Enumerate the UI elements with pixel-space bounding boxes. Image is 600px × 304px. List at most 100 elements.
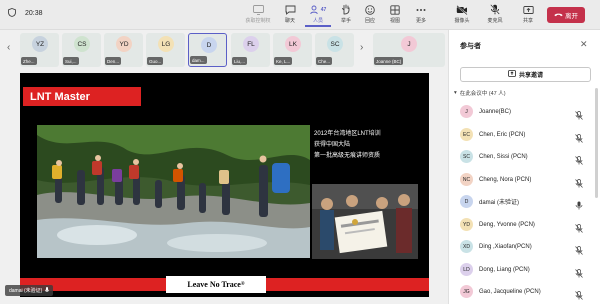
avatar: YD bbox=[460, 218, 473, 231]
mic-off-icon bbox=[575, 152, 583, 170]
avatar: NC bbox=[460, 173, 473, 186]
slide-caption: 2012年台湾地区LNT培训 获得中国大陆 第一批高级无痕讲师资质 bbox=[314, 129, 381, 162]
mic-off-icon bbox=[575, 175, 583, 193]
phone-hangup-icon bbox=[554, 12, 563, 19]
participant-name: Dong, Liang (PCN) bbox=[479, 266, 530, 273]
microphone-label: 麦克风 bbox=[487, 18, 503, 24]
view-label: 视图 bbox=[389, 18, 400, 24]
gallery-tile[interactable]: CS Sui,... bbox=[62, 33, 101, 67]
participant-name: damai (未验证) bbox=[479, 200, 520, 206]
participant-row[interactable]: SC Chen, Sissi (PCN) bbox=[449, 147, 599, 166]
participant-row[interactable]: EC Chen, Eric (PCN) bbox=[449, 125, 599, 144]
avatar: YZ bbox=[32, 36, 48, 52]
tile-name-tag: dam... bbox=[190, 56, 207, 64]
mic-on-icon bbox=[575, 197, 583, 215]
gallery-tile-selected[interactable]: D dam... bbox=[188, 33, 227, 67]
leave-label: 离开 bbox=[565, 13, 578, 20]
caption-line: 第一批高级无痕讲师资质 bbox=[314, 153, 381, 159]
gallery-tile[interactable]: SC Che... bbox=[315, 33, 354, 67]
people-button[interactable]: 47 人员 bbox=[305, 3, 331, 27]
tile-name-tag: Den... bbox=[105, 57, 122, 65]
shield-icon bbox=[8, 8, 16, 19]
tile-name-tag: Sui,... bbox=[63, 57, 79, 65]
camera-off-icon bbox=[456, 3, 468, 16]
avatar: JG bbox=[460, 285, 473, 298]
video-gallery: ‹ YZ Zhe... CS Sui,... YD Den... LG Guo.… bbox=[0, 30, 448, 68]
chat-button[interactable]: 聊天 bbox=[278, 3, 302, 27]
gallery-prev-button[interactable]: ‹ bbox=[7, 42, 10, 53]
raise-hand-label: 举手 bbox=[340, 18, 351, 24]
mic-off-icon bbox=[490, 3, 500, 16]
more-icon bbox=[416, 3, 426, 16]
participant-row[interactable]: NC Cheng, Nora (PCN) bbox=[449, 170, 599, 189]
participant-row[interactable]: D damai (未验证) bbox=[449, 192, 599, 211]
share-invite-button[interactable]: 共享邀请 bbox=[460, 67, 591, 82]
gallery-tile[interactable]: YZ Zhe... bbox=[20, 33, 59, 67]
share-label: 共享 bbox=[522, 18, 533, 24]
participant-row[interactable]: JG Gao, Jacqueline (PCN) bbox=[449, 282, 599, 301]
in-meeting-section-header[interactable]: ▾ 在此会议中 (47 人) bbox=[454, 89, 506, 97]
chevron-down-icon: ▾ bbox=[454, 90, 457, 96]
avatar: J bbox=[401, 36, 417, 52]
tile-name: Liu,... bbox=[234, 58, 246, 64]
participant-row[interactable]: YD Deng, Yvonne (PCN) bbox=[449, 215, 599, 234]
participant-name: Chen, Eric (PCN) bbox=[479, 131, 526, 138]
view-button[interactable]: 视图 bbox=[383, 3, 407, 27]
meeting-timer: 20:38 bbox=[25, 10, 43, 17]
participant-name: Deng, Yvonne (PCN) bbox=[479, 221, 535, 228]
mic-off-icon bbox=[575, 220, 583, 238]
people-label: 人员 bbox=[312, 18, 323, 24]
close-panel-button[interactable]: ✕ bbox=[580, 39, 588, 50]
share-button[interactable]: 共享 bbox=[516, 3, 540, 27]
more-button[interactable]: 更多 bbox=[409, 3, 433, 27]
participant-row[interactable]: J Joanne(BC) bbox=[449, 102, 599, 121]
mic-off-icon bbox=[575, 287, 583, 304]
participant-row[interactable]: XD Ding ,Xiaofan(PCN) bbox=[449, 237, 599, 256]
avatar: D bbox=[201, 37, 217, 53]
brand-mark: ® bbox=[240, 282, 245, 287]
avatar: SC bbox=[460, 150, 473, 163]
microphone-button[interactable]: 麦克风 bbox=[483, 3, 507, 27]
avatar: D bbox=[460, 195, 473, 208]
participant-name: Joanne(BC) bbox=[479, 108, 512, 115]
panel-title: 参与者 bbox=[460, 43, 481, 50]
mic-on-icon bbox=[45, 286, 50, 295]
avatar: EC bbox=[460, 128, 473, 141]
tile-name-tag: Zhe... bbox=[21, 57, 37, 65]
section-label: 在此会议中 (47 人) bbox=[459, 91, 506, 97]
slide-title: LNT Master bbox=[23, 87, 141, 106]
mic-off-icon bbox=[575, 107, 583, 125]
gallery-tile[interactable]: LG Guo... bbox=[146, 33, 185, 67]
gallery-tile[interactable]: YD Den... bbox=[104, 33, 143, 67]
take-control-label: 获取控制权 bbox=[245, 18, 271, 24]
tile-name: Joanne (BC) bbox=[376, 58, 402, 64]
tile-name: Sui,... bbox=[65, 58, 77, 64]
tile-name: Zhe... bbox=[23, 58, 35, 64]
avatar: LD bbox=[460, 263, 473, 276]
leave-button[interactable]: 离开 bbox=[547, 7, 585, 23]
avatar: LG bbox=[158, 36, 174, 52]
take-control-button[interactable]: 获取控制权 bbox=[245, 3, 271, 27]
participant-name: Chen, Sissi (PCN) bbox=[479, 153, 528, 160]
meeting-status: 20:38 bbox=[8, 8, 43, 19]
caption-line: 2012年台湾地区LNT培训 bbox=[314, 131, 381, 137]
share-invite-icon bbox=[508, 70, 516, 79]
gallery-tile[interactable]: FL Liu,... bbox=[231, 33, 270, 67]
avatar: J bbox=[460, 105, 473, 118]
camera-button[interactable]: 摄像头 bbox=[450, 3, 474, 27]
mic-off-icon bbox=[575, 130, 583, 148]
participant-row[interactable]: LD Dong, Liang (PCN) bbox=[449, 260, 599, 279]
avatar: SC bbox=[327, 36, 343, 52]
chat-label: 聊天 bbox=[284, 18, 295, 24]
more-label: 更多 bbox=[415, 18, 426, 24]
people-count: 47 bbox=[320, 6, 327, 13]
raise-hand-button[interactable]: 举手 bbox=[334, 3, 358, 27]
tile-name-tag: Guo... bbox=[147, 57, 164, 65]
camera-label: 摄像头 bbox=[454, 18, 470, 24]
caption-line: 获得中国大陆 bbox=[314, 142, 351, 148]
react-button[interactable]: 回应 bbox=[358, 3, 382, 27]
gallery-next-button[interactable]: › bbox=[360, 42, 363, 53]
gallery-tile-joanne[interactable]: J Joanne (BC) bbox=[373, 33, 445, 67]
tile-name-tag: Liu,... bbox=[232, 57, 248, 65]
gallery-tile[interactable]: LK Ke, L... bbox=[273, 33, 312, 67]
